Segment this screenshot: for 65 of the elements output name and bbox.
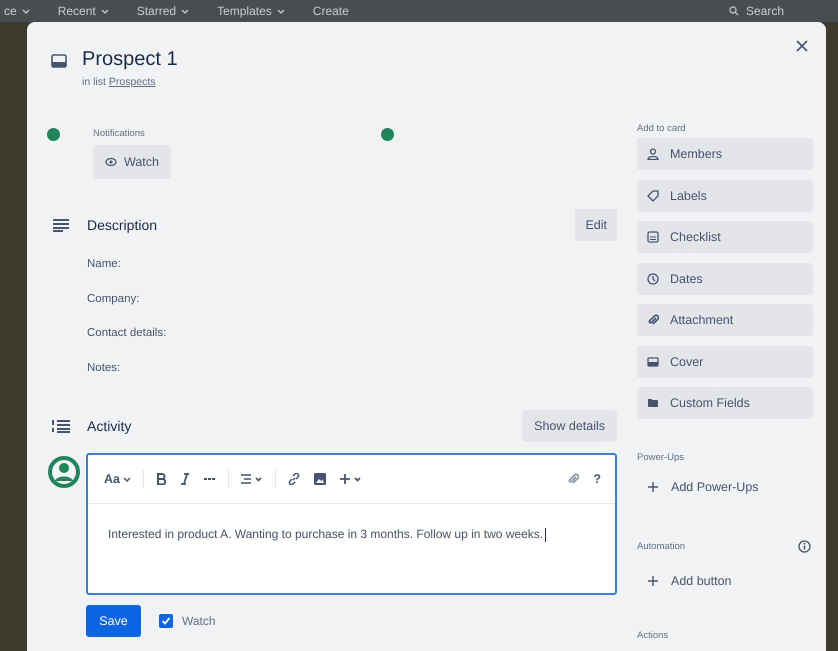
info-icon[interactable] xyxy=(798,540,811,552)
more-icon[interactable] xyxy=(202,475,218,483)
caret-icon[interactable] xyxy=(181,8,190,14)
caret-icon[interactable] xyxy=(100,8,109,14)
dates-icon xyxy=(647,272,659,284)
caret-icon xyxy=(122,476,131,482)
caret-icon[interactable] xyxy=(276,8,285,14)
checkbox-label: Watch xyxy=(182,614,216,628)
help-button[interactable]: ? xyxy=(591,470,603,488)
labels-icon xyxy=(647,190,659,202)
description-text: Contact details: xyxy=(87,326,168,341)
cover-icon xyxy=(647,356,659,368)
section-title: Activity xyxy=(87,418,132,434)
add-icon xyxy=(647,575,659,587)
nav-menu[interactable]: Starred xyxy=(136,4,176,18)
sidebar-button[interactable]: Custom Fields xyxy=(637,387,813,419)
watch-button[interactable]: Watch xyxy=(93,145,171,179)
activity-icon xyxy=(51,419,71,433)
card-title: Prospect 1 xyxy=(82,48,178,71)
comment-editor[interactable]: Aa ? Interested in product A. Wanting to purchase in 3 months. Follow up in two weeks. xyxy=(86,453,617,595)
status-dot-icon xyxy=(380,128,394,141)
show-details-button[interactable]: Show details xyxy=(522,410,617,442)
section-label: Add to card xyxy=(637,122,686,134)
section-title: Description xyxy=(87,217,158,233)
close-icon[interactable] xyxy=(794,38,810,54)
section-label: Notifications xyxy=(93,128,146,139)
description-icon xyxy=(51,218,71,232)
description-text: Notes: xyxy=(87,360,122,376)
search-field[interactable]: Search xyxy=(744,3,808,19)
sidebar-button[interactable]: Members xyxy=(637,138,813,170)
sidebar-button[interactable]: Checklist xyxy=(637,221,813,253)
nav-menu[interactable]: ce xyxy=(4,4,17,18)
avatar-icon xyxy=(48,456,80,488)
attachment-icon xyxy=(647,314,659,326)
comment-text: Interested in product A. Wanting to purchase in 3 months. Follow up in two weeks. xyxy=(88,504,615,565)
list-link[interactable]: Prospects xyxy=(108,76,156,88)
section-label: Actions xyxy=(637,630,668,640)
section-label: Power-Ups xyxy=(637,452,684,462)
sidebar-button[interactable]: Labels xyxy=(637,180,813,212)
checklist-icon xyxy=(647,231,659,243)
nav-menu[interactable]: Create xyxy=(312,4,349,18)
save-button[interactable]: Save xyxy=(86,605,141,637)
eye-icon xyxy=(105,157,117,167)
sidebar-button[interactable]: Add Power-Ups xyxy=(637,471,813,503)
nav-menu[interactable]: Recent xyxy=(58,4,96,18)
caret-icon[interactable] xyxy=(22,8,30,14)
section-label: Automation xyxy=(637,540,686,552)
description-text: Name: xyxy=(87,257,122,272)
watch-checkbox[interactable] xyxy=(159,614,173,628)
add-icon xyxy=(647,481,659,493)
status-dot-icon xyxy=(47,128,60,141)
sidebar-button[interactable]: Add button xyxy=(637,565,813,597)
search-icon xyxy=(729,6,739,16)
members-icon xyxy=(647,148,659,160)
sidebar-button[interactable]: Dates xyxy=(637,262,813,294)
text-style-button[interactable]: Aa xyxy=(102,470,133,488)
edit-button[interactable]: Edit xyxy=(575,209,617,241)
sidebar-button[interactable]: Cover xyxy=(637,346,813,378)
description-text: Company: xyxy=(87,292,140,306)
list-label: in list xyxy=(82,76,106,88)
image-icon[interactable] xyxy=(312,471,328,487)
link-icon[interactable] xyxy=(286,471,302,487)
card-icon xyxy=(51,54,67,68)
nav-menu[interactable]: Templates xyxy=(217,4,272,18)
sidebar-button[interactable]: Attachment xyxy=(637,304,813,336)
